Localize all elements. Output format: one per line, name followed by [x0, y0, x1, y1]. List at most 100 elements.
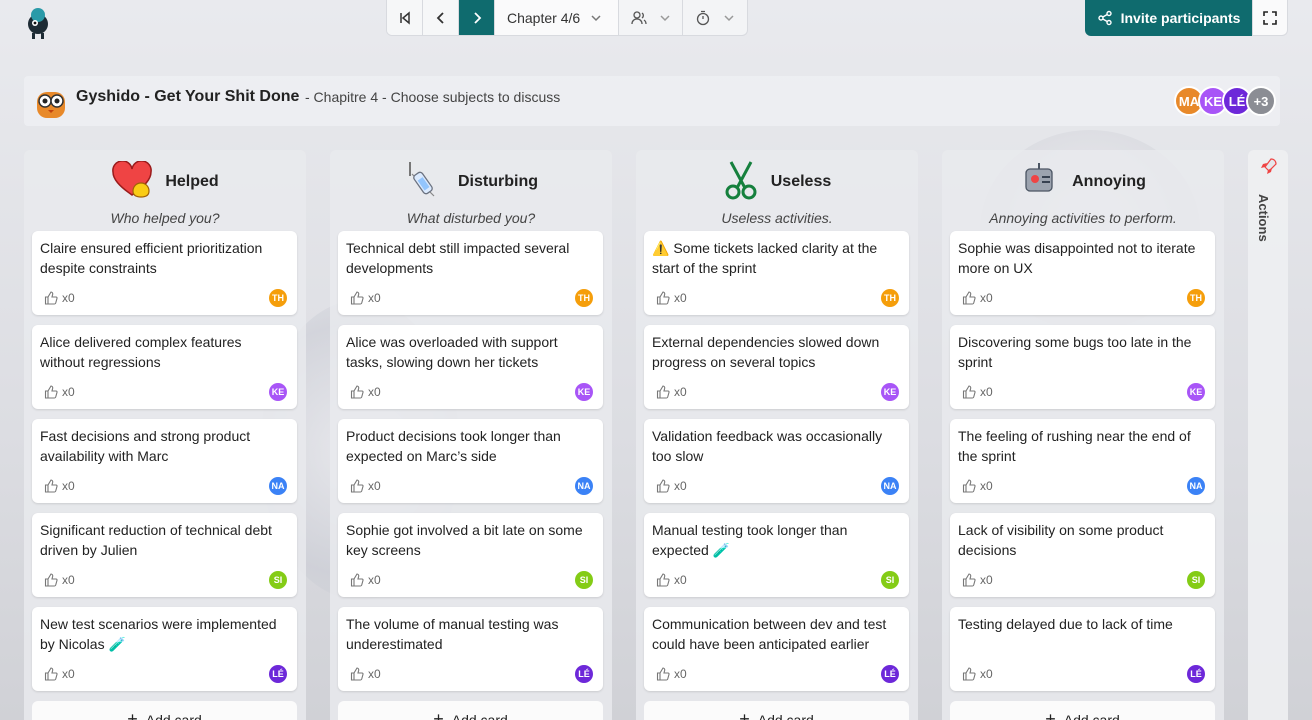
card-list: ⚠️ Some tickets lacked clarity at the st…	[644, 231, 909, 720]
participant-avatar[interactable]: +3	[1246, 86, 1276, 116]
actions-panel[interactable]: Actions	[1248, 150, 1288, 720]
like-button[interactable]: x0	[962, 667, 993, 681]
like-button[interactable]: x0	[656, 573, 687, 587]
like-count: x0	[980, 573, 993, 587]
like-button[interactable]: x0	[962, 291, 993, 305]
retro-card[interactable]: Communication between dev and test could…	[644, 607, 909, 691]
card-author-avatar: KE	[1187, 383, 1205, 401]
like-button[interactable]: x0	[44, 291, 75, 305]
like-button[interactable]: x0	[44, 385, 75, 399]
like-count: x0	[368, 573, 381, 587]
like-button[interactable]: x0	[44, 573, 75, 587]
like-button[interactable]: x0	[656, 385, 687, 399]
participants-dropdown[interactable]	[619, 0, 683, 35]
thumbs-up-icon	[656, 385, 670, 399]
chapter-selector[interactable]: Chapter 4/6	[495, 0, 619, 35]
column-useless: Useless Useless activities. ⚠️ Some ticket…	[636, 150, 918, 720]
card-text: Sophie got involved a bit late on some k…	[346, 522, 583, 558]
previous-chapter-button[interactable]	[423, 0, 459, 35]
like-count: x0	[674, 667, 687, 681]
like-button[interactable]: x0	[44, 667, 75, 681]
retro-card[interactable]: The volume of manual testing was underes…	[338, 607, 603, 691]
owl-mascot-icon	[37, 92, 65, 118]
card-text: ⚠️ Some tickets lacked clarity at the st…	[652, 240, 878, 276]
like-button[interactable]: x0	[350, 573, 381, 587]
participant-avatars[interactable]: MA KE LÉ +3	[1174, 86, 1276, 116]
retro-card[interactable]: Testing delayed due to lack of time x0 LÉ	[950, 607, 1215, 691]
card-author-avatar: KE	[881, 383, 899, 401]
retro-card[interactable]: Alice delivered complex features without…	[32, 325, 297, 409]
first-chapter-button[interactable]	[387, 0, 423, 35]
like-button[interactable]: x0	[350, 479, 381, 493]
thumbs-up-icon	[656, 667, 670, 681]
retro-card[interactable]: The feeling of rushing near the end of t…	[950, 419, 1215, 503]
timer-dropdown[interactable]	[683, 0, 747, 35]
column-header: Useless	[636, 158, 918, 206]
retro-card[interactable]: Sophie got involved a bit late on some k…	[338, 513, 603, 597]
add-card-button[interactable]: +Add cardClick here to add a new card	[950, 701, 1215, 720]
like-button[interactable]: x0	[656, 479, 687, 493]
retro-card[interactable]: Discovering some bugs too late in the sp…	[950, 325, 1215, 409]
card-author-avatar: LÉ	[1187, 665, 1205, 683]
card-author-avatar: LÉ	[881, 665, 899, 683]
retro-card[interactable]: Sophie was disappointed not to iterate m…	[950, 231, 1215, 315]
board-subtitle: - Chapitre 4 - Choose subjects to discus…	[305, 89, 561, 105]
like-button[interactable]: x0	[350, 667, 381, 681]
retro-card[interactable]: Technical debt still impacted several de…	[338, 231, 603, 315]
card-text: The volume of manual testing was underes…	[346, 616, 559, 652]
retro-card[interactable]: New test scenarios were implemented by N…	[32, 607, 297, 691]
card-author-avatar: SI	[1187, 571, 1205, 589]
retro-card[interactable]: Validation feedback was occasionally too…	[644, 419, 909, 503]
like-count: x0	[980, 479, 993, 493]
retro-card[interactable]: Significant reduction of technical debt …	[32, 513, 297, 597]
card-text: Discovering some bugs too late in the sp…	[958, 334, 1192, 370]
retro-card[interactable]: Manual testing took longer than expected…	[644, 513, 909, 597]
add-card-label: Add card	[1063, 712, 1120, 720]
add-card-button[interactable]: + Add card	[644, 701, 909, 720]
card-author-avatar: TH	[575, 289, 593, 307]
like-count: x0	[368, 385, 381, 399]
card-text: Testing delayed due to lack of time	[958, 616, 1173, 632]
retro-card[interactable]: Lack of visibility on some product decis…	[950, 513, 1215, 597]
card-author-avatar: KE	[575, 383, 593, 401]
card-author-avatar: KE	[269, 383, 287, 401]
thumbs-up-icon	[350, 385, 364, 399]
like-button[interactable]: x0	[962, 479, 993, 493]
rocket-icon	[1261, 158, 1277, 174]
retro-card[interactable]: Fast decisions and strong product availa…	[32, 419, 297, 503]
retro-card[interactable]: Product decisions took longer than expec…	[338, 419, 603, 503]
retro-card[interactable]: Alice was overloaded with support tasks,…	[338, 325, 603, 409]
add-card-button[interactable]: + Add card	[338, 701, 603, 720]
like-button[interactable]: x0	[656, 667, 687, 681]
chapter-label: Chapter 4/6	[507, 10, 581, 26]
fullscreen-button[interactable]	[1252, 0, 1288, 36]
card-author-avatar: NA	[1187, 477, 1205, 495]
next-chapter-button[interactable]	[459, 0, 495, 35]
retro-card[interactable]: External dependencies slowed down progre…	[644, 325, 909, 409]
retro-card[interactable]: Claire ensured efficient prioritization …	[32, 231, 297, 315]
like-button[interactable]: x0	[350, 291, 381, 305]
like-button[interactable]: x0	[656, 291, 687, 305]
add-card-button[interactable]: + Add card	[32, 701, 297, 720]
fullscreen-icon	[1263, 10, 1277, 25]
card-author-avatar: TH	[269, 289, 287, 307]
add-card-label: Add card	[451, 712, 508, 720]
column-header: Disturbing	[330, 158, 612, 206]
thumbs-up-icon	[350, 667, 364, 681]
invite-participants-button[interactable]: Invite participants	[1085, 0, 1252, 36]
column-subtitle: Who helped you?	[110, 210, 220, 226]
like-count: x0	[62, 479, 75, 493]
thumbs-up-icon	[656, 291, 670, 305]
card-text: Alice delivered complex features without…	[40, 334, 242, 370]
like-button[interactable]: x0	[962, 573, 993, 587]
like-count: x0	[674, 573, 687, 587]
like-button[interactable]: x0	[350, 385, 381, 399]
card-author-avatar: TH	[1187, 289, 1205, 307]
like-count: x0	[674, 291, 687, 305]
app-logo-icon[interactable]	[22, 6, 54, 40]
retro-card[interactable]: ⚠️ Some tickets lacked clarity at the st…	[644, 231, 909, 315]
card-list: Sophie was disappointed not to iterate m…	[950, 231, 1215, 720]
like-button[interactable]: x0	[44, 479, 75, 493]
card-text: Significant reduction of technical debt …	[40, 522, 272, 558]
like-button[interactable]: x0	[962, 385, 993, 399]
